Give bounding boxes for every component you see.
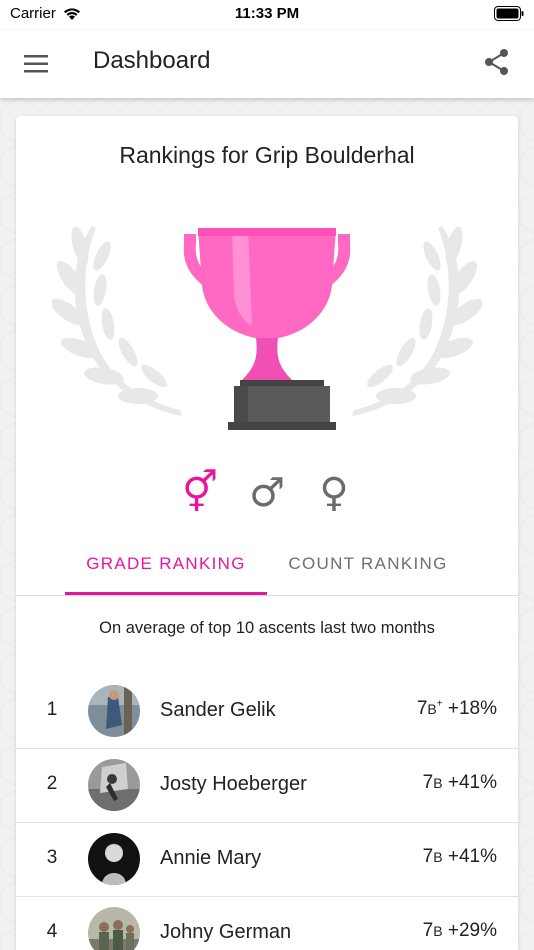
- battery-icon: [494, 6, 524, 21]
- laurel-right: [352, 226, 482, 416]
- gender-male-icon[interactable]: ♂: [245, 471, 289, 519]
- ranking-list: 1 Sander Gelik 7B+ +18% 2 Josty Hoeberge…: [16, 675, 518, 950]
- tab-count-ranking[interactable]: COUNT RANKING: [267, 546, 469, 596]
- rank-number: 3: [46, 847, 58, 868]
- trophy-icon: [52, 226, 482, 430]
- list-item[interactable]: 1 Sander Gelik 7B+ +18%: [16, 675, 518, 749]
- climber-grade: 7B +41%: [423, 846, 497, 868]
- ranking-tabs: GRADE RANKING COUNT RANKING: [16, 546, 518, 596]
- gender-filter-row: ⚥ ♂ ♀: [16, 471, 518, 519]
- grade-plus: +: [436, 698, 443, 710]
- list-item[interactable]: 3 Annie Mary 7B +41%: [16, 823, 518, 897]
- rank-number: 4: [46, 921, 58, 942]
- climber-name: Josty Hoeberger: [160, 773, 307, 795]
- share-icon[interactable]: [482, 47, 512, 77]
- gender-all-icon[interactable]: ⚥: [178, 471, 222, 519]
- rank-number: 2: [46, 773, 58, 794]
- climber-grade: 7B +41%: [423, 772, 497, 794]
- rankings-card: Rankings for Grip Boulderhal ⚥ ♂ ♀ GRADE…: [16, 116, 518, 950]
- ranking-subtitle: On average of top 10 ascents last two mo…: [99, 619, 435, 637]
- grade-percent: +41%: [447, 846, 497, 867]
- grade-letter: B: [433, 849, 443, 865]
- avatar: [88, 759, 140, 811]
- active-tab-indicator: [65, 592, 267, 595]
- grade-number: 7: [422, 846, 434, 867]
- card-title: Rankings for Grip Boulderhal: [119, 142, 415, 168]
- grade-letter: B: [427, 701, 437, 717]
- rank-number: 1: [46, 699, 58, 720]
- status-bar: Carrier 11:33 PM: [0, 0, 534, 30]
- list-item[interactable]: 2 Josty Hoeberger 7B +41%: [16, 749, 518, 823]
- status-right: [494, 6, 524, 25]
- climber-name: Johny German: [160, 921, 292, 943]
- avatar: [88, 685, 140, 737]
- tab-grade-ranking[interactable]: GRADE RANKING: [65, 546, 267, 596]
- grade-percent: +18%: [447, 698, 497, 719]
- climber-name: Annie Mary: [160, 847, 262, 869]
- grade-percent: +41%: [447, 772, 497, 793]
- hamburger-menu-icon[interactable]: [22, 50, 50, 78]
- status-time: 11:33 PM: [234, 5, 300, 22]
- grade-number: 7: [422, 920, 434, 941]
- avatar: [88, 833, 140, 885]
- app-bar: Dashboard: [0, 30, 534, 98]
- climber-grade: 7B +29%: [423, 920, 497, 942]
- list-item[interactable]: 4 Johny German 7B +29%: [16, 897, 518, 950]
- avatar: [88, 907, 140, 950]
- climber-grade: 7B+ +18%: [417, 698, 497, 720]
- laurel-left: [52, 226, 182, 416]
- grade-letter: B: [433, 775, 443, 791]
- climber-name: Sander Gelik: [160, 699, 276, 721]
- grade-percent: +29%: [447, 920, 497, 941]
- grade-number: 7: [416, 698, 428, 719]
- gender-female-icon[interactable]: ♀: [312, 471, 356, 519]
- grade-number: 7: [422, 772, 434, 793]
- grade-letter: B: [433, 923, 443, 939]
- page-title: Dashboard: [93, 47, 211, 74]
